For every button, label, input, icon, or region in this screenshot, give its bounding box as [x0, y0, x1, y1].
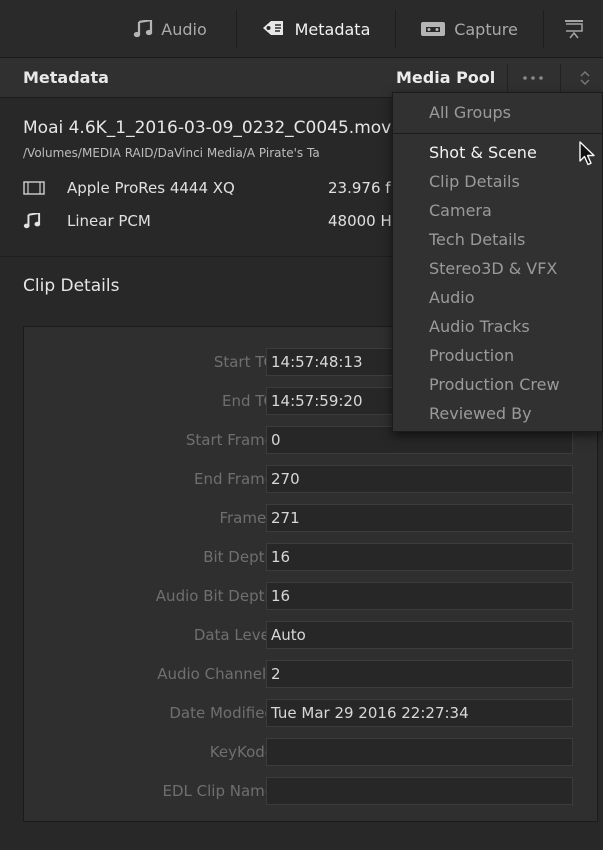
field-label: Date Modified	[169, 704, 274, 722]
tab-capture-label: Capture	[454, 19, 518, 39]
field-row: KeyKode	[24, 738, 599, 766]
field-label: KeyKode	[209, 743, 274, 761]
menu-item-camera[interactable]: Camera	[429, 201, 492, 220]
field-input[interactable]: 16	[266, 543, 573, 571]
tab-capture[interactable]: Capture	[396, 0, 542, 58]
sample-rate: 48000 H	[328, 212, 392, 230]
menu-item-clip-details[interactable]: Clip Details	[429, 172, 520, 191]
menu-header[interactable]: All Groups	[429, 103, 511, 122]
music-note-icon	[23, 213, 41, 229]
field-row: Audio Bit Depth 16	[24, 582, 599, 610]
field-input[interactable]: Auto	[266, 621, 573, 649]
field-label: Audio Channels	[157, 665, 274, 683]
menu-item-reviewed-by[interactable]: Reviewed By	[429, 404, 532, 423]
tag-icon	[262, 21, 283, 35]
music-note-icon	[134, 20, 153, 38]
field-label: End Frame	[193, 470, 274, 488]
menu-item-audio-tracks[interactable]: Audio Tracks	[429, 317, 530, 336]
menu-item-audio[interactable]: Audio	[429, 288, 474, 307]
field-label: Start Frame	[185, 431, 274, 449]
field-label: EDL Clip Name	[162, 782, 274, 800]
field-row: Data Level Auto	[24, 621, 599, 649]
monitor-icon	[564, 20, 583, 39]
field-label: Audio Bit Depth	[155, 587, 274, 605]
video-codec-row: Apple ProRes 4444 XQ 23.976 f	[23, 177, 391, 199]
field-label: Data Level	[193, 626, 274, 644]
tab-inspector[interactable]	[544, 0, 603, 58]
field-label: Start TC	[213, 353, 274, 371]
menu-item-tech-details[interactable]: Tech Details	[429, 230, 525, 249]
header-divider	[560, 64, 561, 92]
field-input[interactable]	[266, 738, 573, 766]
tab-metadata[interactable]: Metadata	[237, 0, 394, 58]
menu-item-stereo3d-vfx[interactable]: Stereo3D & VFX	[429, 259, 557, 278]
panel-title: Metadata	[23, 68, 109, 87]
field-input[interactable]: 271	[266, 504, 573, 532]
options-button[interactable]	[508, 64, 558, 92]
field-row: End Frame 270	[24, 465, 599, 493]
field-label: Bit Depth	[203, 548, 274, 566]
field-input[interactable]	[266, 777, 573, 805]
sort-button[interactable]	[568, 64, 602, 92]
field-input[interactable]: 16	[266, 582, 573, 610]
top-tab-bar: Audio Metadata Capture	[0, 0, 603, 58]
audio-codec: Linear PCM	[67, 212, 151, 230]
audio-codec-row: Linear PCM 48000 H	[23, 210, 392, 232]
field-row: Audio Channels 2	[24, 660, 599, 688]
menu-item-shot-scene[interactable]: Shot & Scene	[429, 143, 537, 162]
tape-icon	[421, 22, 446, 36]
frame-rate: 23.976 f	[328, 179, 391, 197]
field-input[interactable]: Tue Mar 29 2016 22:27:34	[266, 699, 573, 727]
menu-item-production-crew[interactable]: Production Crew	[429, 375, 560, 394]
film-strip-icon	[23, 181, 45, 195]
clip-name: Moai 4.6K_1_2016-03-09_0232_C0045.mov	[23, 118, 392, 138]
clip-path: /Volumes/MEDIA RAID/DaVinci Media/A Pira…	[23, 146, 320, 160]
field-row: Frames 271	[24, 504, 599, 532]
field-input[interactable]: 270	[266, 465, 573, 493]
tab-audio-label: Audio	[161, 19, 207, 39]
menu-item-production[interactable]: Production	[429, 346, 514, 365]
menu-divider	[393, 133, 602, 134]
field-row: EDL Clip Name	[24, 777, 599, 805]
section-title: Clip Details	[23, 276, 120, 296]
tab-audio[interactable]: Audio	[105, 0, 235, 58]
video-codec: Apple ProRes 4444 XQ	[67, 179, 235, 197]
tab-metadata-label: Metadata	[294, 19, 371, 39]
field-row: Bit Depth 16	[24, 543, 599, 571]
media-pool-label[interactable]: Media Pool	[396, 68, 495, 87]
field-input[interactable]: 2	[266, 660, 573, 688]
metadata-group-menu: All Groups Shot & Scene Clip Details Cam…	[392, 92, 603, 432]
chevron-up-down-icon	[580, 71, 590, 85]
mouse-pointer-icon	[579, 141, 595, 166]
field-row: Date Modified Tue Mar 29 2016 22:27:34	[24, 699, 599, 727]
more-options-icon	[523, 76, 543, 80]
